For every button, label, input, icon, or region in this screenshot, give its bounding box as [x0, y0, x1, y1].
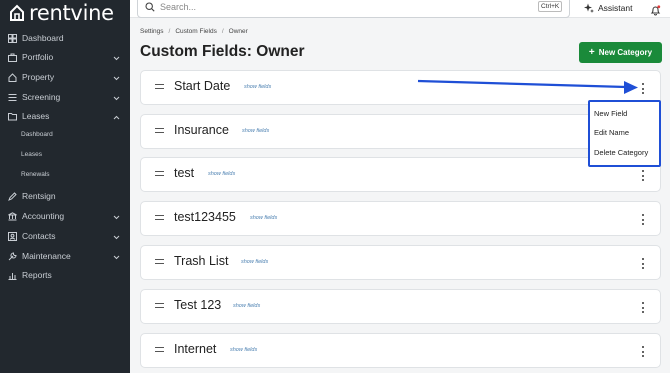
annotation-arrow [417, 79, 638, 94]
